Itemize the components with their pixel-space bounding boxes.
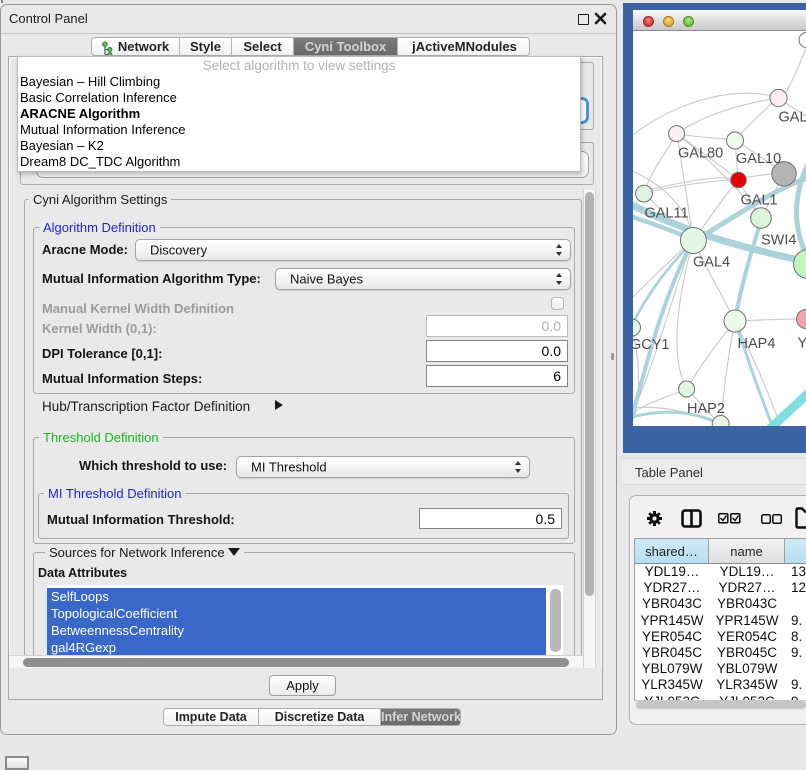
- svg-text:SWI4: SWI4: [761, 233, 796, 249]
- svg-text:GAL4: GAL4: [693, 255, 730, 271]
- svg-text:GAL10: GAL10: [736, 151, 781, 167]
- svg-text:HAP4: HAP4: [738, 336, 776, 352]
- svg-text:GAL1: GAL1: [741, 193, 778, 209]
- svg-text:HAP2: HAP2: [687, 401, 725, 417]
- svg-text:GAL11: GAL11: [645, 206, 689, 222]
- svg-text:GAL80: GAL80: [678, 146, 723, 162]
- svg-text:GCY1: GCY1: [633, 337, 670, 353]
- svg-text:GAL2: GAL2: [779, 110, 806, 126]
- svg-text:Y: Y: [798, 336, 806, 352]
